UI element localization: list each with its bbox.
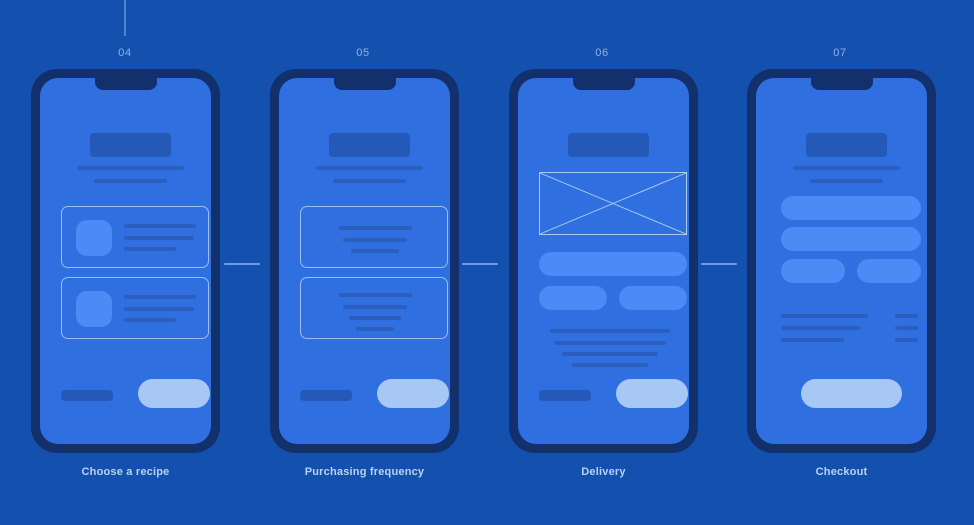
phone-screen-05	[279, 78, 450, 444]
primary-cta-button[interactable]	[377, 379, 449, 408]
option-pill-left[interactable]	[539, 286, 607, 310]
summary-line-4	[572, 363, 648, 367]
summary-line-3	[562, 352, 658, 356]
option-desc-line-1	[343, 305, 407, 309]
recipe-desc-line-1	[124, 236, 194, 240]
subtitle-line-short	[333, 179, 406, 183]
step-caption-04: Choose a recipe	[81, 466, 170, 478]
summary-line-1	[550, 329, 670, 333]
subtitle-line-long	[77, 166, 184, 170]
address-field[interactable]	[539, 252, 687, 276]
option-title-line	[339, 226, 412, 230]
summary-line-2	[554, 341, 666, 345]
title-bar	[568, 133, 649, 157]
frequency-option-card-1[interactable]	[300, 206, 448, 268]
title-bar	[329, 133, 410, 157]
price-line-1	[895, 314, 918, 318]
subtitle-line-short	[94, 179, 167, 183]
input-field-half-right[interactable]	[857, 259, 921, 283]
title-bar	[806, 133, 887, 157]
option-title-line	[339, 293, 412, 297]
primary-cta-button[interactable]	[138, 379, 210, 408]
step-caption-06: Delivery	[581, 466, 626, 478]
flow-connector-2	[462, 263, 498, 265]
recipe-card-2[interactable]	[61, 277, 209, 339]
footer-label	[61, 390, 113, 401]
option-pill-right[interactable]	[619, 286, 687, 310]
flow-connector-3	[701, 263, 737, 265]
phone-notch	[810, 78, 873, 90]
summary-line-1	[781, 314, 868, 318]
recipe-thumbnail	[76, 220, 112, 256]
subtitle-line-short	[810, 179, 883, 183]
phone-screen-07	[756, 78, 927, 444]
step-number-04: 04	[118, 47, 132, 59]
phone-screen-06	[518, 78, 689, 444]
phone-screen-04	[40, 78, 211, 444]
recipe-title-line	[124, 295, 196, 299]
recipe-card-1[interactable]	[61, 206, 209, 268]
recipe-thumbnail	[76, 291, 112, 327]
footer-label	[300, 390, 352, 401]
option-desc-line-1	[343, 238, 407, 242]
map-image-placeholder	[539, 172, 687, 235]
step-number-07: 07	[833, 47, 847, 59]
frequency-option-card-2[interactable]	[300, 277, 448, 339]
option-desc-line-2	[351, 249, 399, 253]
phone-notch	[333, 78, 396, 90]
wireframe-flow-canvas: 04 05 06 07 Choose a recipe Purchasing f…	[0, 0, 974, 525]
subtitle-line-long	[793, 166, 900, 170]
price-line-3	[895, 338, 918, 342]
input-field-half-left[interactable]	[781, 259, 845, 283]
primary-cta-button-wide[interactable]	[801, 379, 902, 408]
phone-mockup-05[interactable]	[270, 69, 459, 453]
footer-label	[539, 390, 591, 401]
recipe-desc-line-2	[124, 318, 176, 322]
subtitle-line-long	[316, 166, 423, 170]
recipe-title-line	[124, 224, 196, 228]
phone-notch	[572, 78, 635, 90]
summary-line-2	[781, 326, 860, 330]
summary-line-3	[781, 338, 844, 342]
step-caption-07: Checkout	[815, 466, 868, 478]
input-field-1[interactable]	[781, 196, 921, 220]
input-field-2[interactable]	[781, 227, 921, 251]
recipe-desc-line-1	[124, 307, 194, 311]
title-bar	[90, 133, 171, 157]
flow-connector-1	[224, 263, 260, 265]
phone-mockup-07[interactable]	[747, 69, 936, 453]
option-desc-line-2	[349, 316, 401, 320]
price-line-2	[895, 326, 918, 330]
phone-notch	[94, 78, 157, 90]
step-tick-line	[124, 0, 126, 36]
primary-cta-button[interactable]	[616, 379, 688, 408]
step-caption-05: Purchasing frequency	[304, 466, 425, 478]
phone-mockup-06[interactable]	[509, 69, 698, 453]
step-number-06: 06	[595, 47, 609, 59]
recipe-desc-line-2	[124, 247, 176, 251]
step-number-05: 05	[356, 47, 370, 59]
option-desc-line-3	[356, 327, 394, 331]
phone-mockup-04[interactable]	[31, 69, 220, 453]
